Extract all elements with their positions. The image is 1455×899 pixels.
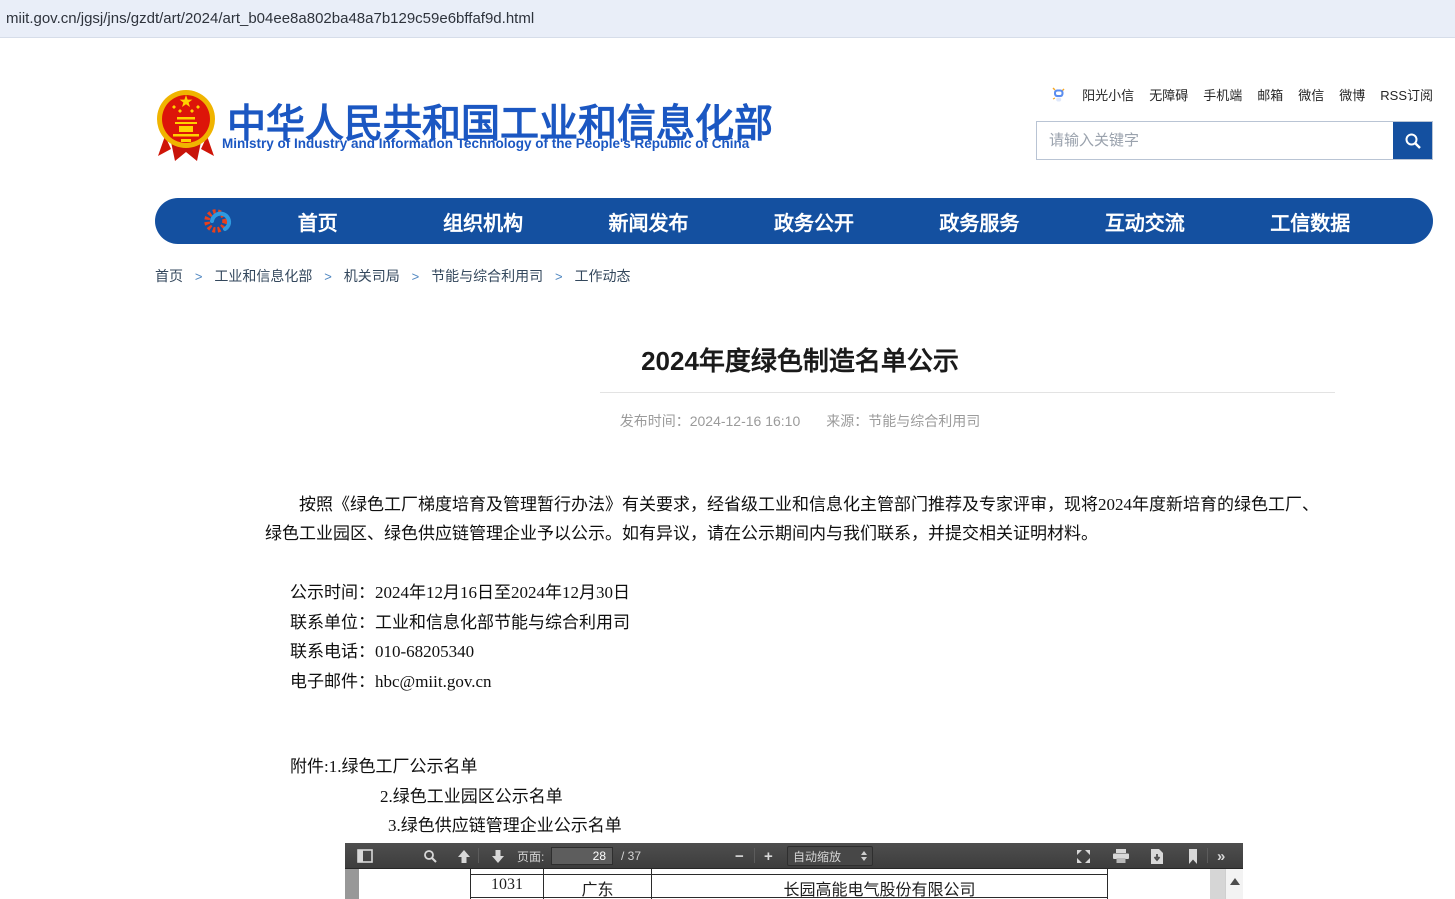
fullscreen-icon <box>1076 849 1091 864</box>
page: miit.gov.cn/jgsj/jns/gzdt/art/2024/art_b… <box>0 0 1455 899</box>
source-label: 来源： <box>826 413 868 429</box>
breadcrumb-work-news[interactable]: 工作动态 <box>575 268 631 284</box>
quick-link-accessibility[interactable]: 无障碍 <box>1149 85 1188 104</box>
contact-info: 公示时间：2024年12月16日至2024年12月30日 联系单位：工业和信息化… <box>265 578 1335 696</box>
quick-link-mailbox[interactable]: 邮箱 <box>1257 85 1283 104</box>
next-page-button[interactable] <box>491 843 505 869</box>
national-emblem-logo <box>155 86 217 162</box>
download-icon <box>1150 849 1164 864</box>
breadcrumb-separator: > <box>324 269 332 284</box>
toolbar-separator <box>754 848 755 863</box>
pdf-find-button[interactable] <box>423 843 437 869</box>
search-input[interactable] <box>1037 122 1393 159</box>
toolbar-separator <box>478 848 479 863</box>
breadcrumb-energy-dept[interactable]: 节能与综合利用司 <box>431 268 543 284</box>
breadcrumb: 首页 > 工业和信息化部 > 机关司局 > 节能与综合利用司 > 工作动态 <box>155 266 631 286</box>
zoom-out-button[interactable]: − <box>735 843 744 869</box>
search-icon <box>1404 132 1422 150</box>
find-icon <box>423 849 437 863</box>
row-company-cell: 长园高能电气股份有限公司 <box>652 876 1107 899</box>
browser-url-bar[interactable]: miit.gov.cn/jgsj/jns/gzdt/art/2024/art_b… <box>0 0 1455 38</box>
main-nav: 首页 组织机构 新闻发布 政务公开 政务服务 互动交流 工信数据 <box>155 198 1433 244</box>
pdf-viewer: 页面: / 37 − + 自动缩放 <box>345 843 1243 899</box>
page-label: 页面: <box>517 843 544 869</box>
contact-phone: 联系电话：010-68205340 <box>265 637 1335 667</box>
sidebar-toggle-icon <box>357 849 373 863</box>
breadcrumb-separator: > <box>195 269 203 284</box>
bookmark-icon <box>1187 849 1199 864</box>
assistant-robot-icon <box>1050 86 1067 103</box>
attachment-green-supply-chain-list[interactable]: 3.绿色供应链管理企业公示名单 <box>265 811 1335 841</box>
pdf-margin <box>1210 869 1225 899</box>
arrow-down-icon <box>491 849 505 864</box>
breadcrumb-miit[interactable]: 工业和信息化部 <box>214 268 312 284</box>
source-value: 节能与综合利用司 <box>868 413 980 429</box>
print-icon <box>1113 849 1129 863</box>
zoom-mode-value: 自动缩放 <box>793 848 841 865</box>
pdf-toolbar: 页面: / 37 − + 自动缩放 <box>345 843 1243 869</box>
quick-link-weibo[interactable]: 微博 <box>1339 85 1365 104</box>
article-body: 按照《绿色工厂梯度培育及管理暂行办法》有关要求，经省级工业和信息化主管部门推荐及… <box>265 490 1335 548</box>
zoom-in-button[interactable]: + <box>764 843 773 869</box>
site-search <box>1036 121 1433 160</box>
nav-item-organization[interactable]: 组织机构 <box>400 207 565 236</box>
contact-email: 电子邮件：hbc@miit.gov.cn <box>265 667 1335 697</box>
download-button[interactable] <box>1150 843 1164 869</box>
breadcrumb-home[interactable]: 首页 <box>155 268 183 284</box>
presentation-mode-button[interactable] <box>1076 843 1091 869</box>
zoom-mode-select[interactable]: 自动缩放 <box>787 846 873 866</box>
row-number-cell: 1031 <box>471 876 543 894</box>
attachments: 附件:1.绿色工厂公示名单 2.绿色工业园区公示名单 3.绿色供应链管理企业公示… <box>265 752 1335 841</box>
quick-link-sunshine-assistant[interactable]: 阳光小信 <box>1082 85 1134 104</box>
table-border <box>470 874 1108 875</box>
scroll-up-icon <box>1230 878 1240 885</box>
quick-links: 阳光小信 无障碍 手机端 邮箱 微信 微博 RSS订阅 <box>1050 85 1433 104</box>
pdf-scrollbar[interactable] <box>1225 869 1243 899</box>
row-province-cell: 广东 <box>544 876 651 899</box>
nav-item-gov-service[interactable]: 政务服务 <box>897 207 1062 236</box>
miit-gear-logo-icon <box>203 205 235 237</box>
pdf-page-area: 1031 广东 长园高能电气股份有限公司 <box>345 869 1243 899</box>
article-title: 2024年度绿色制造名单公示 <box>265 341 1335 378</box>
title-divider <box>600 392 1335 393</box>
breadcrumb-departments[interactable]: 机关司局 <box>344 268 400 284</box>
sidebar-toggle-button[interactable] <box>357 843 373 869</box>
nav-item-news[interactable]: 新闻发布 <box>566 207 731 236</box>
page-number-field <box>551 847 613 865</box>
toolbar-separator <box>1207 848 1208 863</box>
publish-time-label: 发布时间： <box>620 413 690 429</box>
more-tools-button[interactable]: » <box>1217 843 1225 869</box>
article-paragraph: 按照《绿色工厂梯度培育及管理暂行办法》有关要求，经省级工业和信息化主管部门推荐及… <box>265 490 1335 548</box>
select-arrows-icon <box>861 851 867 861</box>
nav-item-interaction[interactable]: 互动交流 <box>1062 207 1227 236</box>
nav-item-data[interactable]: 工信数据 <box>1228 207 1393 236</box>
contact-unit: 联系单位：工业和信息化部节能与综合利用司 <box>265 608 1335 638</box>
bookmark-button[interactable] <box>1187 843 1199 869</box>
publish-time: 2024-12-16 16:10 <box>690 413 801 429</box>
search-button[interactable] <box>1393 122 1432 159</box>
attachment-green-industrial-park-list[interactable]: 2.绿色工业园区公示名单 <box>265 782 1335 812</box>
page-total: / 37 <box>621 843 641 869</box>
quick-link-mobile[interactable]: 手机端 <box>1203 85 1242 104</box>
quick-link-rss[interactable]: RSS订阅 <box>1380 85 1433 104</box>
previous-page-button[interactable] <box>457 843 471 869</box>
article-meta: 发布时间：2024-12-16 16:10 来源：节能与综合利用司 <box>265 411 1335 431</box>
site-subtitle: Ministry of Industry and Information Tec… <box>222 136 782 151</box>
page-number-input[interactable] <box>551 847 613 865</box>
breadcrumb-separator: > <box>412 269 420 284</box>
nav-item-home[interactable]: 首页 <box>235 207 400 236</box>
quick-link-wechat[interactable]: 微信 <box>1298 85 1324 104</box>
attachment-green-factory-list[interactable]: 附件:1.绿色工厂公示名单 <box>265 752 1335 782</box>
breadcrumb-separator: > <box>555 269 563 284</box>
print-button[interactable] <box>1113 843 1129 869</box>
nav-item-gov-open[interactable]: 政务公开 <box>731 207 896 236</box>
public-notice-period: 公示时间：2024年12月16日至2024年12月30日 <box>265 578 1335 608</box>
arrow-up-icon <box>457 849 471 864</box>
